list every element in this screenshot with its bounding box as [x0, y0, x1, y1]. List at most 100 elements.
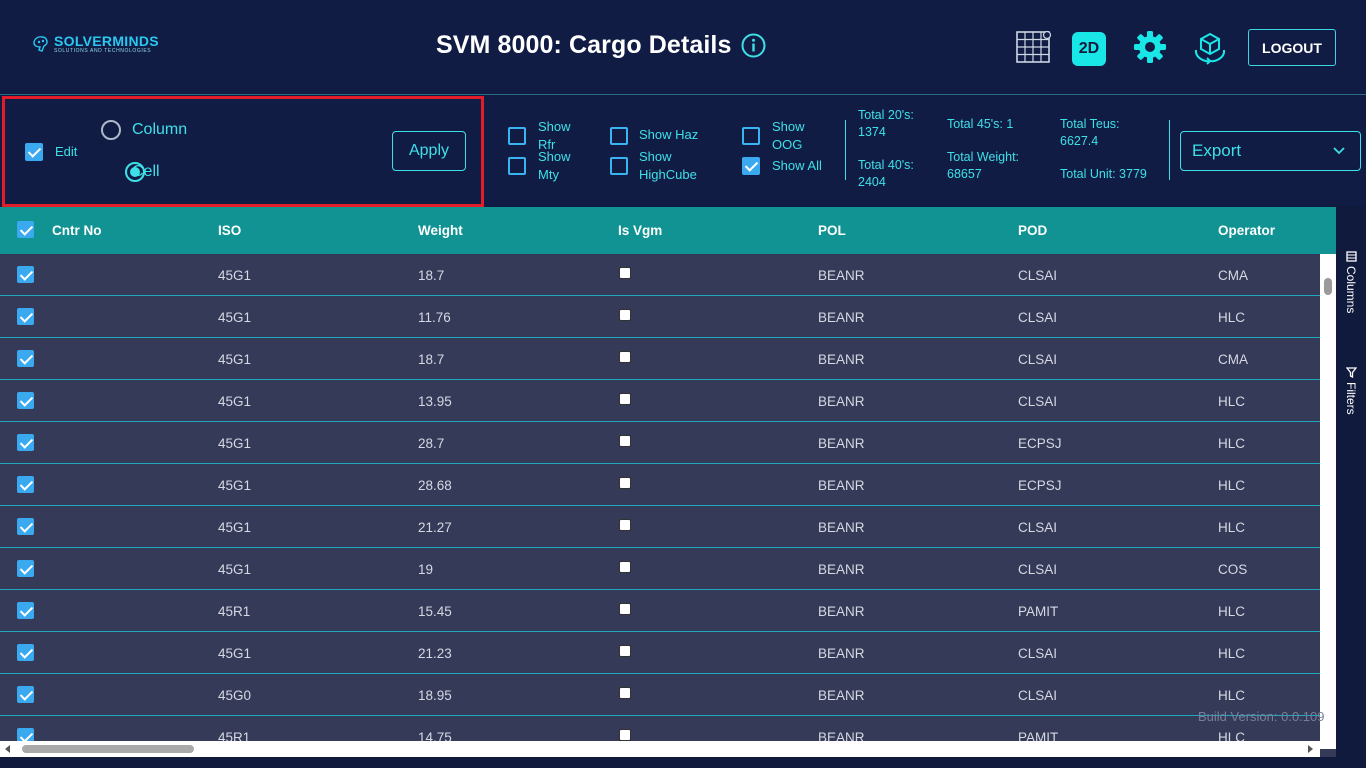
is-vgm-checkbox[interactable] — [619, 603, 631, 615]
is-vgm-checkbox[interactable] — [619, 477, 631, 489]
row-select-checkbox[interactable] — [17, 308, 34, 325]
operator-cell[interactable]: HLC — [1218, 436, 1245, 451]
pod-cell[interactable]: CLSAI — [1018, 394, 1057, 409]
pol-cell[interactable]: BEANR — [818, 520, 865, 535]
info-icon[interactable] — [741, 33, 766, 58]
iso-cell[interactable]: 45G1 — [218, 478, 251, 493]
vertical-scroll-thumb[interactable] — [1324, 278, 1332, 295]
pod-cell[interactable]: CLSAI — [1018, 268, 1057, 283]
is-vgm-checkbox[interactable] — [619, 561, 631, 573]
table-row[interactable]: 45G1 11.76 BEANR CLSAI HLC — [0, 296, 1320, 338]
operator-cell[interactable]: HLC — [1218, 646, 1245, 661]
row-select-checkbox[interactable] — [17, 350, 34, 367]
column-header-iso[interactable]: ISO — [218, 223, 241, 238]
weight-cell[interactable]: 21.27 — [418, 520, 452, 535]
weight-cell[interactable]: 21.23 — [418, 646, 452, 661]
pod-cell[interactable]: CLSAI — [1018, 310, 1057, 325]
iso-cell[interactable]: 45G0 — [218, 688, 251, 703]
table-row[interactable]: 45G1 13.95 BEANR CLSAI HLC — [0, 380, 1320, 422]
is-vgm-checkbox[interactable] — [619, 393, 631, 405]
operator-cell[interactable]: COS — [1218, 562, 1247, 577]
pod-cell[interactable]: CLSAI — [1018, 562, 1057, 577]
table-row[interactable]: 45G1 21.27 BEANR CLSAI HLC — [0, 506, 1320, 548]
row-select-checkbox[interactable] — [17, 434, 34, 451]
show-all-checkbox[interactable] — [742, 157, 760, 175]
show-haz-checkbox[interactable] — [610, 127, 628, 145]
gear-icon[interactable] — [1131, 28, 1169, 66]
apply-button[interactable]: Apply — [392, 131, 466, 171]
vertical-scrollbar[interactable] — [1320, 254, 1336, 749]
weight-cell[interactable]: 13.95 — [418, 394, 452, 409]
column-header-weight[interactable]: Weight — [418, 223, 463, 238]
weight-cell[interactable]: 15.45 — [418, 604, 452, 619]
pod-cell[interactable]: CLSAI — [1018, 520, 1057, 535]
row-select-checkbox[interactable] — [17, 518, 34, 535]
is-vgm-checkbox[interactable] — [619, 729, 631, 741]
pod-cell[interactable]: CLSAI — [1018, 352, 1057, 367]
pol-cell[interactable]: BEANR — [818, 268, 865, 283]
table-row[interactable]: 45G0 18.95 BEANR CLSAI HLC — [0, 674, 1320, 716]
pod-cell[interactable]: CLSAI — [1018, 646, 1057, 661]
filters-tab[interactable]: Filters — [1344, 367, 1358, 415]
2d-view-button[interactable]: 2D — [1072, 32, 1106, 66]
row-select-checkbox[interactable] — [17, 476, 34, 493]
show-highcube-checkbox[interactable] — [610, 157, 628, 175]
iso-cell[interactable]: 45G1 — [218, 268, 251, 283]
iso-cell[interactable]: 45R1 — [218, 604, 250, 619]
iso-cell[interactable]: 45G1 — [218, 436, 251, 451]
column-radio[interactable] — [101, 120, 121, 140]
column-header-operator[interactable]: Operator — [1218, 223, 1275, 238]
table-row[interactable]: 45G1 21.23 BEANR CLSAI HLC — [0, 632, 1320, 674]
show-mty-checkbox[interactable] — [508, 157, 526, 175]
table-row[interactable]: 45G1 18.7 BEANR CLSAI CMA — [0, 254, 1320, 296]
operator-cell[interactable]: HLC — [1218, 688, 1245, 703]
iso-cell[interactable]: 45G1 — [218, 562, 251, 577]
horizontal-scrollbar[interactable] — [0, 741, 1320, 757]
3d-cube-icon[interactable] — [1191, 28, 1229, 66]
iso-cell[interactable]: 45G1 — [218, 394, 251, 409]
pol-cell[interactable]: BEANR — [818, 478, 865, 493]
pod-cell[interactable]: ECPSJ — [1018, 478, 1062, 493]
columns-tab[interactable]: Columns — [1344, 251, 1358, 313]
row-select-checkbox[interactable] — [17, 560, 34, 577]
grid-settings-icon[interactable] — [1014, 28, 1052, 66]
iso-cell[interactable]: 45G1 — [218, 352, 251, 367]
logout-button[interactable]: LOGOUT — [1248, 29, 1336, 66]
pol-cell[interactable]: BEANR — [818, 646, 865, 661]
weight-cell[interactable]: 28.7 — [418, 436, 444, 451]
operator-cell[interactable]: HLC — [1218, 394, 1245, 409]
table-row[interactable]: 45G1 19 BEANR CLSAI COS — [0, 548, 1320, 590]
pol-cell[interactable]: BEANR — [818, 352, 865, 367]
table-row[interactable]: 45G1 28.7 BEANR ECPSJ HLC — [0, 422, 1320, 464]
is-vgm-checkbox[interactable] — [619, 645, 631, 657]
weight-cell[interactable]: 28.68 — [418, 478, 452, 493]
is-vgm-checkbox[interactable] — [619, 687, 631, 699]
iso-cell[interactable]: 45G1 — [218, 310, 251, 325]
column-header-is-vgm[interactable]: Is Vgm — [618, 223, 662, 238]
pol-cell[interactable]: BEANR — [818, 436, 865, 451]
edit-checkbox[interactable] — [25, 143, 43, 161]
row-select-checkbox[interactable] — [17, 266, 34, 283]
iso-cell[interactable]: 45G1 — [218, 520, 251, 535]
pol-cell[interactable]: BEANR — [818, 310, 865, 325]
weight-cell[interactable]: 18.7 — [418, 352, 444, 367]
select-all-checkbox[interactable] — [17, 221, 34, 238]
is-vgm-checkbox[interactable] — [619, 309, 631, 321]
row-select-checkbox[interactable] — [17, 602, 34, 619]
pod-cell[interactable]: ECPSJ — [1018, 436, 1062, 451]
pol-cell[interactable]: BEANR — [818, 604, 865, 619]
operator-cell[interactable]: CMA — [1218, 268, 1248, 283]
column-header-cntr-no[interactable]: Cntr No — [52, 223, 102, 238]
operator-cell[interactable]: CMA — [1218, 352, 1248, 367]
is-vgm-checkbox[interactable] — [619, 267, 631, 279]
operator-cell[interactable]: HLC — [1218, 310, 1245, 325]
scroll-right-icon[interactable] — [1306, 745, 1314, 753]
show-oog-checkbox[interactable] — [742, 127, 760, 145]
weight-cell[interactable]: 18.95 — [418, 688, 452, 703]
row-select-checkbox[interactable] — [17, 392, 34, 409]
export-dropdown[interactable]: Export — [1180, 131, 1361, 171]
pol-cell[interactable]: BEANR — [818, 688, 865, 703]
is-vgm-checkbox[interactable] — [619, 435, 631, 447]
scroll-left-icon[interactable] — [4, 745, 12, 753]
weight-cell[interactable]: 18.7 — [418, 268, 444, 283]
